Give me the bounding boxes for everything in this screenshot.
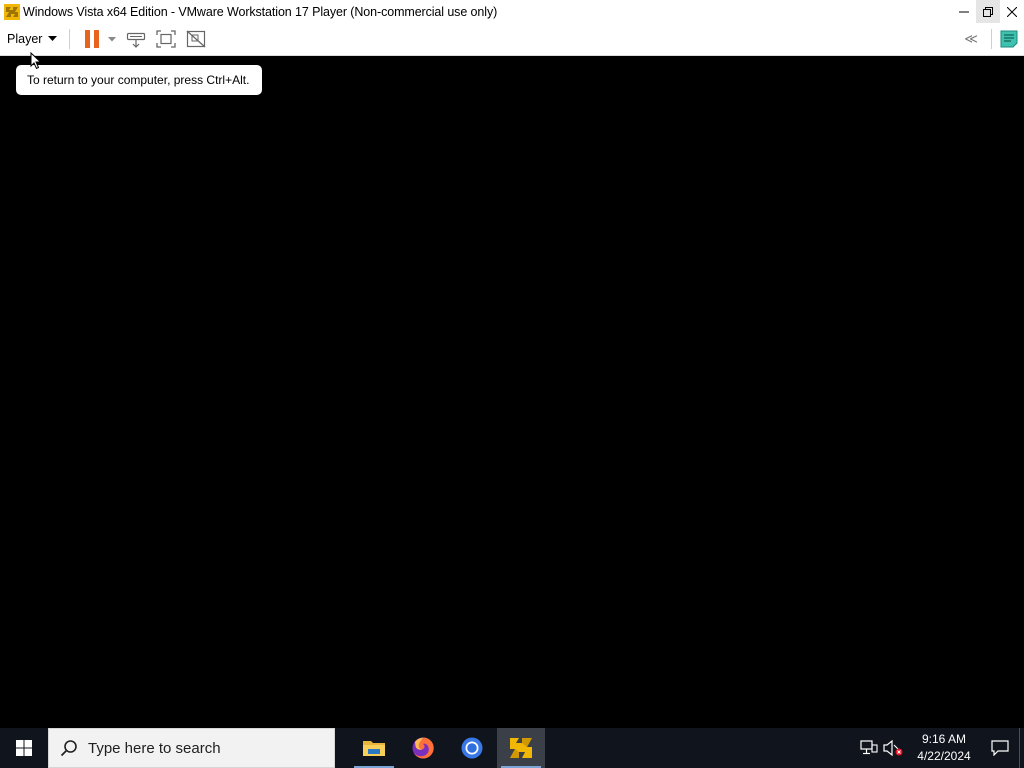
player-toolbar: Player ≪ — [0, 23, 1024, 56]
fit-guest-icon — [156, 30, 177, 48]
restore-button[interactable] — [976, 0, 1000, 23]
tooltip-text: To return to your computer, press Ctrl+A… — [27, 73, 250, 87]
start-button[interactable] — [0, 728, 48, 768]
taskbar-clock[interactable]: 9:16 AM 4/22/2024 — [911, 731, 977, 765]
collapse-toolbar-button[interactable]: ≪ — [960, 27, 982, 51]
mouse-cursor-icon — [30, 51, 42, 75]
windows-logo-icon — [16, 740, 32, 756]
message-log-icon — [1000, 30, 1018, 48]
windows-taskbar: Type here to search 9:16 AM 4/22/2024 — [0, 728, 1024, 768]
send-ctrl-alt-del-button[interactable] — [123, 27, 149, 51]
taskbar-app-chrome[interactable] — [448, 728, 496, 768]
network-icon — [860, 740, 878, 755]
close-icon — [1007, 6, 1017, 17]
chevron-down-icon — [108, 36, 117, 41]
fit-guest-button[interactable] — [153, 27, 179, 51]
volume-muted-icon — [883, 740, 903, 756]
clock-date: 4/22/2024 — [917, 749, 971, 763]
minimize-button[interactable] — [952, 0, 976, 23]
vmware-player-icon[interactable] — [4, 3, 20, 20]
taskbar-search-box[interactable]: Type here to search — [48, 728, 335, 768]
show-desktop-button[interactable] — [1019, 728, 1024, 768]
notification-icon — [991, 740, 1009, 756]
title-bar[interactable]: Windows Vista x64 Edition - VMware Works… — [0, 0, 1024, 23]
chrome-icon — [461, 737, 483, 759]
search-placeholder: Type here to search — [88, 739, 221, 757]
chevron-down-icon — [48, 36, 58, 41]
toolbar-divider — [991, 29, 992, 49]
taskbar-app-firefox[interactable] — [399, 728, 447, 768]
taskbar-app-vmware-player[interactable] — [497, 728, 545, 768]
vm-library-button[interactable] — [998, 27, 1020, 51]
action-center-button[interactable] — [981, 728, 1019, 768]
power-options-dropdown[interactable] — [105, 27, 119, 51]
window-title: Windows Vista x64 Edition - VMware Works… — [23, 4, 498, 19]
taskbar-app-file-explorer[interactable] — [350, 728, 398, 768]
vm-display[interactable] — [0, 57, 1024, 728]
network-button[interactable] — [857, 728, 881, 768]
pause-button[interactable] — [82, 27, 102, 51]
close-button[interactable] — [1000, 0, 1024, 23]
player-menu-label: Player — [7, 32, 43, 46]
file-explorer-icon — [363, 741, 385, 756]
toolbar-divider — [69, 29, 71, 49]
pause-icon — [85, 30, 100, 48]
search-icon — [60, 739, 78, 757]
player-menu-button[interactable]: Player — [7, 27, 58, 51]
unity-mode-button[interactable] — [183, 27, 209, 51]
volume-button[interactable] — [881, 728, 905, 768]
unity-mode-icon — [187, 30, 206, 48]
clock-time: 9:16 AM — [921, 732, 967, 746]
send-ctrl-alt-del-icon — [127, 32, 146, 48]
restore-icon — [983, 6, 993, 17]
firefox-icon — [412, 737, 434, 759]
collapse-icon: ≪ — [964, 31, 978, 46]
minimize-icon — [959, 11, 969, 12]
system-tray: 9:16 AM 4/22/2024 — [857, 728, 1024, 768]
release-input-tooltip: To return to your computer, press Ctrl+A… — [16, 65, 262, 95]
vmware-player-icon — [510, 738, 532, 758]
